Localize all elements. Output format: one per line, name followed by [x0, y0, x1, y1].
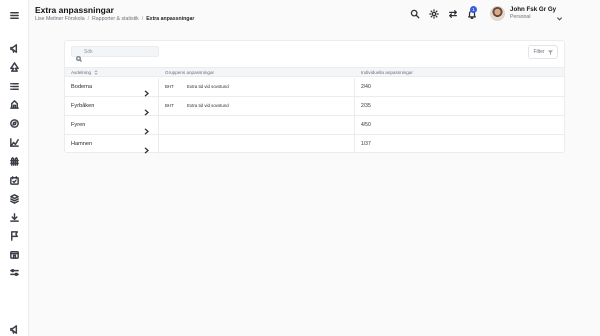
notification-badge: 1 — [470, 6, 477, 13]
table-row[interactable]: Fyren 4/50 — [65, 116, 564, 135]
page-title: Extra anpassningar — [35, 5, 114, 15]
chevron-right-icon[interactable] — [144, 122, 150, 135]
fence-icon[interactable] — [8, 155, 21, 168]
chevron-right-icon[interactable] — [144, 141, 150, 154]
department-name: Fyrbåken — [71, 103, 95, 109]
column-divider — [354, 78, 355, 97]
column-header-group-adaptations: Gruppens anpassningar — [165, 70, 215, 75]
department-name: Hamnen — [71, 141, 93, 147]
sun-icon[interactable] — [428, 8, 439, 19]
adaptation-text: Extra tid vid sovstund — [187, 84, 229, 89]
megaphone-icon[interactable] — [8, 323, 21, 336]
search-icon — [75, 49, 83, 63]
column-divider — [158, 135, 159, 154]
individual-count: 4/50 — [361, 122, 371, 128]
sidebar — [0, 0, 29, 336]
individual-count: 2/35 — [361, 103, 371, 109]
user-name[interactable]: John Fsk Gr Gy — [510, 6, 556, 13]
search-icon[interactable] — [409, 8, 420, 19]
compass-icon[interactable] — [8, 117, 21, 130]
breadcrumb-separator: / — [87, 16, 90, 22]
avatar[interactable] — [490, 6, 505, 21]
graph-icon[interactable] — [8, 136, 21, 149]
department-name: Boderna — [71, 84, 93, 90]
chevron-right-icon[interactable] — [144, 103, 150, 116]
column-divider — [158, 97, 159, 116]
tree-icon[interactable] — [8, 61, 21, 74]
sort-icon[interactable] — [94, 70, 98, 75]
table-row[interactable]: Fyrbåken BHT Extra tid vid sovstund 2/35 — [65, 97, 564, 116]
column-divider — [158, 78, 159, 97]
department-name: Fyren — [71, 122, 86, 128]
user-role: Personal — [510, 14, 531, 20]
calendar-check-icon[interactable] — [8, 174, 21, 187]
breadcrumb: Lise Meitner Förskola / Rapporter & statis… — [35, 16, 194, 22]
flag-icon[interactable] — [8, 229, 21, 242]
adaptation-tag: BHT — [165, 84, 174, 89]
breadcrumb-separator: / — [141, 16, 144, 22]
table-row[interactable]: Hamnen 1/37 — [65, 135, 564, 154]
breadcrumb-item-school[interactable]: Lise Meitner Förskola — [35, 16, 85, 22]
search-input[interactable] — [84, 47, 156, 56]
filter-button[interactable]: Filter — [528, 45, 558, 59]
table-row[interactable]: Boderna BHT Extra tid vid sovstund 2/40 — [65, 78, 564, 97]
megaphone-icon[interactable] — [8, 42, 21, 55]
building-icon[interactable] — [8, 98, 21, 111]
chevron-down-icon[interactable] — [556, 9, 564, 21]
search-field[interactable] — [71, 46, 159, 63]
list-icon[interactable] — [8, 80, 21, 93]
individual-count: 1/37 — [361, 141, 371, 147]
column-divider — [158, 116, 159, 135]
download-icon[interactable] — [8, 211, 21, 224]
column-divider — [354, 135, 355, 154]
filter-label: Filter — [533, 49, 545, 55]
layers-icon[interactable] — [8, 192, 21, 205]
breadcrumb-item-current: Extra anpassningar — [146, 16, 195, 22]
report-card: Filter Avdelning Gruppens anpassningar I… — [64, 40, 565, 154]
individual-count: 2/40 — [361, 84, 371, 90]
sliders-icon[interactable] — [8, 266, 21, 279]
store-icon[interactable] — [8, 248, 21, 261]
column-divider — [354, 97, 355, 116]
column-header-department[interactable]: Avdelning — [71, 70, 98, 75]
breadcrumb-item-reports[interactable]: Rapporter & statistik — [92, 16, 139, 22]
adaptation-tag: BHT — [165, 103, 174, 108]
column-divider — [354, 116, 355, 135]
adaptation-text: Extra tid vid sovstund — [187, 103, 229, 108]
chevron-right-icon[interactable] — [144, 84, 150, 97]
menu-icon[interactable] — [8, 9, 21, 22]
switch-arrows-icon[interactable] — [447, 8, 458, 19]
filter-icon — [547, 49, 553, 55]
column-header-individual-adaptations: Individuella anpassningar — [361, 70, 413, 75]
table-header: Avdelning Gruppens anpassningar Individu… — [65, 67, 564, 77]
